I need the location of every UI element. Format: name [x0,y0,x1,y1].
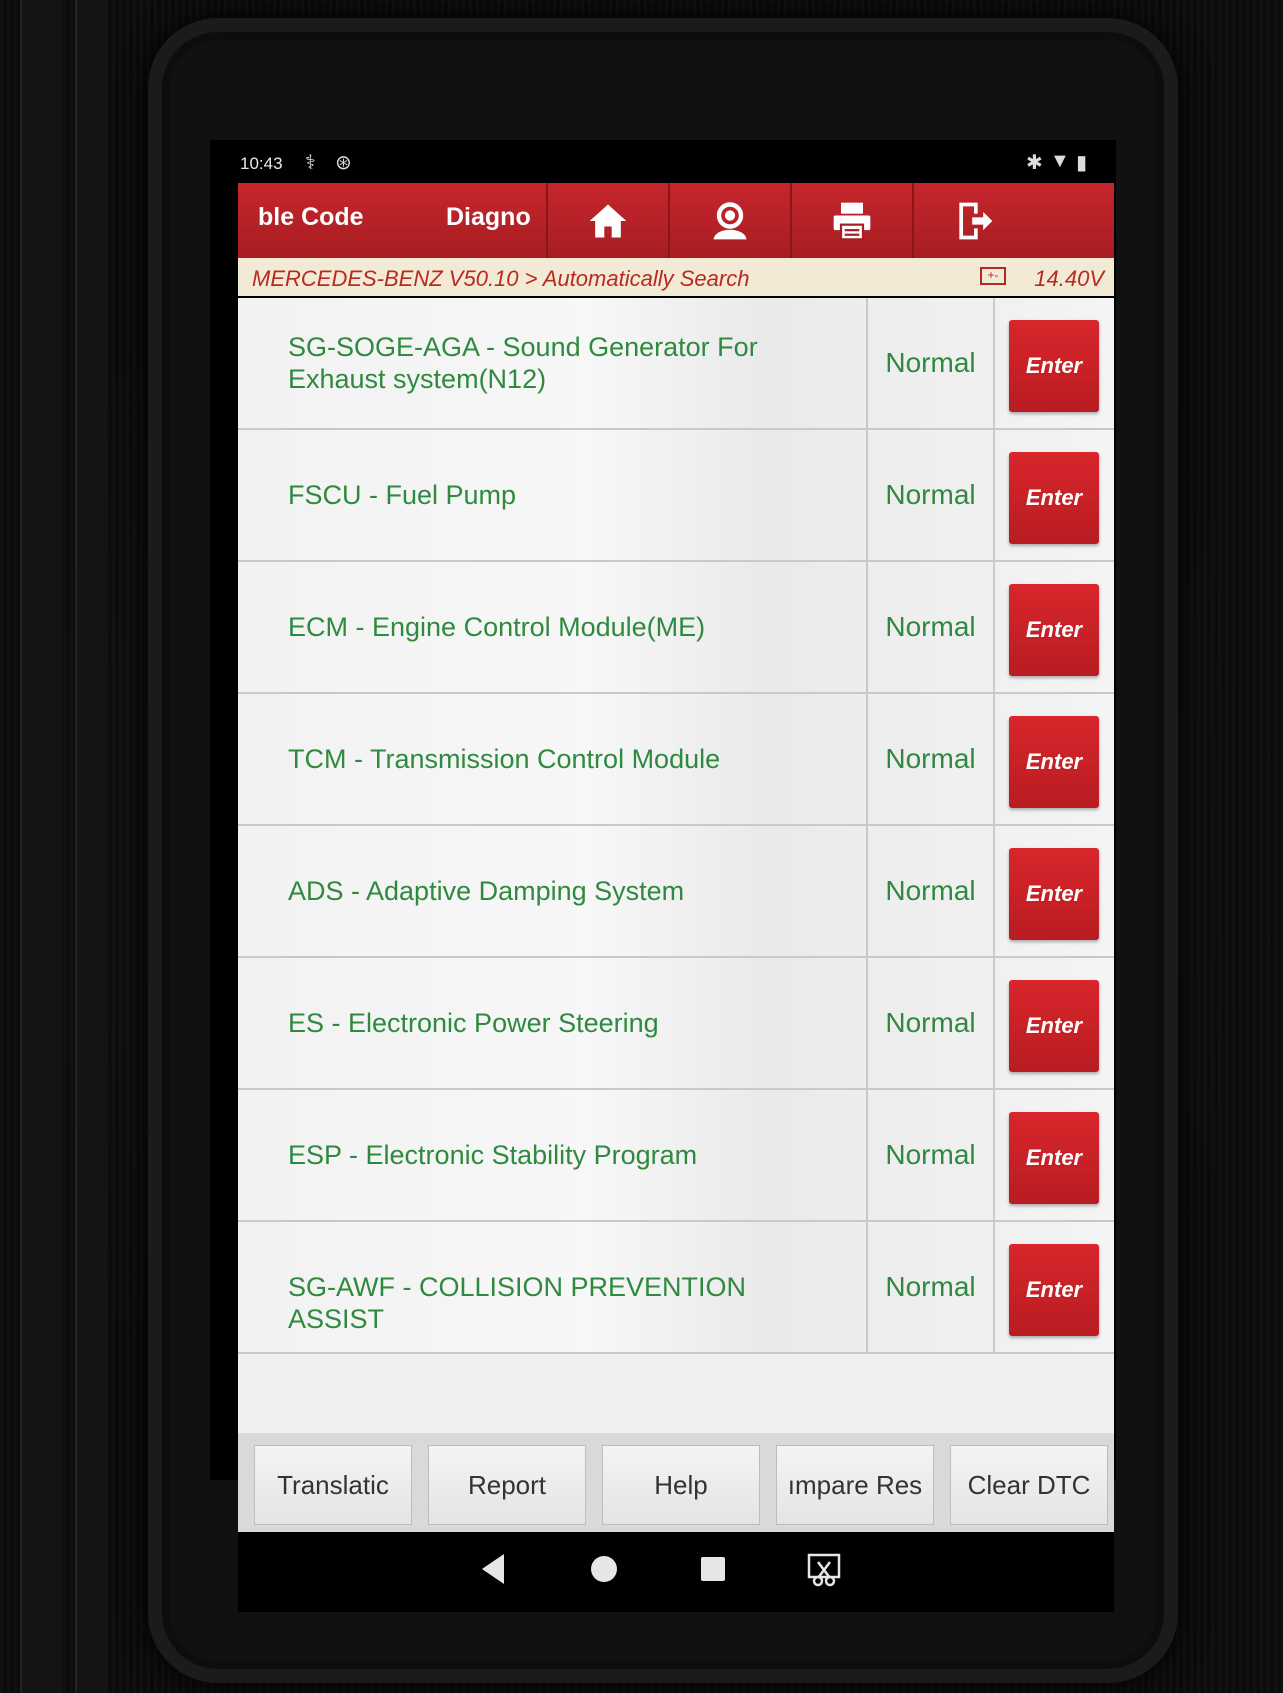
android-nav-bar [238,1532,1114,1612]
enter-cell: Enter [993,430,1116,560]
system-status: Normal [866,1090,993,1220]
system-name: ES - Electronic Power Steering [288,1008,659,1038]
breadcrumb-path: MERCEDES-BENZ V50.10 > Automatically Sea… [252,266,750,291]
enter-cell: Enter [993,1222,1116,1352]
help-button[interactable]: Help [602,1445,760,1525]
system-name: ESP - Electronic Stability Program [288,1140,698,1170]
home-icon [589,204,627,237]
printer-icon [833,202,871,240]
system-row[interactable]: TCM - Transmission Control Module Normal… [238,694,1114,826]
system-status: Normal [866,826,993,956]
usb-debug-icon: ⚕ [305,152,316,174]
exit-button[interactable] [912,183,1034,258]
system-name: SG-AWF - COLLISION PREVENTION ASSIST [288,1272,747,1334]
recents-icon[interactable] [698,1552,728,1586]
case-stitch-stripe [20,0,62,1693]
enter-cell: Enter [993,1090,1116,1220]
enter-button[interactable]: Enter [1009,320,1099,412]
enter-button[interactable]: Enter [1009,452,1099,544]
print-button[interactable] [790,183,912,258]
enter-button[interactable]: Enter [1009,716,1099,808]
support-button[interactable] [668,183,790,258]
enter-button[interactable]: Enter [1009,1112,1099,1204]
bluetooth-icon: ✱ [1026,152,1043,174]
home-nav-icon[interactable] [588,1552,620,1586]
system-status: Normal [866,958,993,1088]
translation-button[interactable]: Translatic [254,1445,412,1525]
system-list: SG-SOGE-AGA - Sound Generator For Exhaus… [238,298,1114,1433]
enter-button[interactable]: Enter [1009,584,1099,676]
system-row[interactable]: ECM - Engine Control Module(ME) Normal E… [238,562,1114,694]
breadcrumb: MERCEDES-BENZ V50.10 > Automatically Sea… [238,258,1114,296]
enter-cell: Enter [993,694,1116,824]
enter-button[interactable]: Enter [1009,980,1099,1072]
tab-diagnosis[interactable]: Diagno [446,203,531,232]
tablet-screen: 10:43 ⚕ ⊛ ✱ ▼ ▮ ble Code Diagno MERCEDES… [210,140,1116,1612]
battery-icon: ▮ [1076,152,1088,174]
wifi-icon: ▼ [1050,150,1070,172]
system-row[interactable]: ADS - Adaptive Damping System Normal Ent… [238,826,1114,958]
home-button[interactable] [546,183,668,258]
status-time: 10:43 [240,154,283,173]
system-row[interactable]: SG-SOGE-AGA - Sound Generator For Exhaus… [238,298,1114,430]
back-icon[interactable] [478,1552,508,1586]
case-stitch-stripe [75,0,107,1693]
system-status: Normal [866,694,993,824]
bottom-action-bar: Translatic Report Help ımpare Res Clear … [238,1433,1114,1532]
system-row[interactable]: SG-AWF - COLLISION PREVENTION ASSIST Nor… [238,1222,1114,1354]
clear-dtc-button[interactable]: Clear DTC [950,1445,1108,1525]
compare-result-button[interactable]: ımpare Res [776,1445,934,1525]
report-button[interactable]: Report [428,1445,586,1525]
system-status: Normal [866,298,993,428]
system-name: TCM - Transmission Control Module [288,744,721,774]
system-row[interactable]: FSCU - Fuel Pump Normal Enter [238,430,1114,562]
user-icon [713,201,747,239]
enter-cell: Enter [993,562,1116,692]
enter-button[interactable]: Enter [1009,1244,1099,1336]
enter-cell: Enter [993,298,1116,428]
vehicle-battery-icon: +- [980,267,1006,285]
system-status: Normal [866,430,993,560]
exit-icon [959,202,993,239]
system-status: Normal [866,562,993,692]
system-name: ADS - Adaptive Damping System [288,876,685,906]
screenshot-icon[interactable] [806,1552,842,1588]
status-bar: 10:43 ⚕ ⊛ ✱ ▼ ▮ [210,140,1116,180]
system-row[interactable]: ES - Electronic Power Steering Normal En… [238,958,1114,1090]
battery-voltage: 14.40V [1034,266,1104,291]
settings-badge-icon: ⊛ [335,152,352,174]
system-name: SG-SOGE-AGA - Sound Generator For Exhaus… [288,332,758,394]
enter-button[interactable]: Enter [1009,848,1099,940]
enter-cell: Enter [993,958,1116,1088]
system-name: FSCU - Fuel Pump [288,480,517,510]
system-row[interactable]: ESP - Electronic Stability Program Norma… [238,1090,1114,1222]
system-name: ECM - Engine Control Module(ME) [288,612,706,642]
top-toolbar: ble Code Diagno [238,183,1114,258]
system-status: Normal [866,1222,993,1352]
enter-cell: Enter [993,826,1116,956]
tab-trouble-code[interactable]: ble Code [258,203,364,232]
